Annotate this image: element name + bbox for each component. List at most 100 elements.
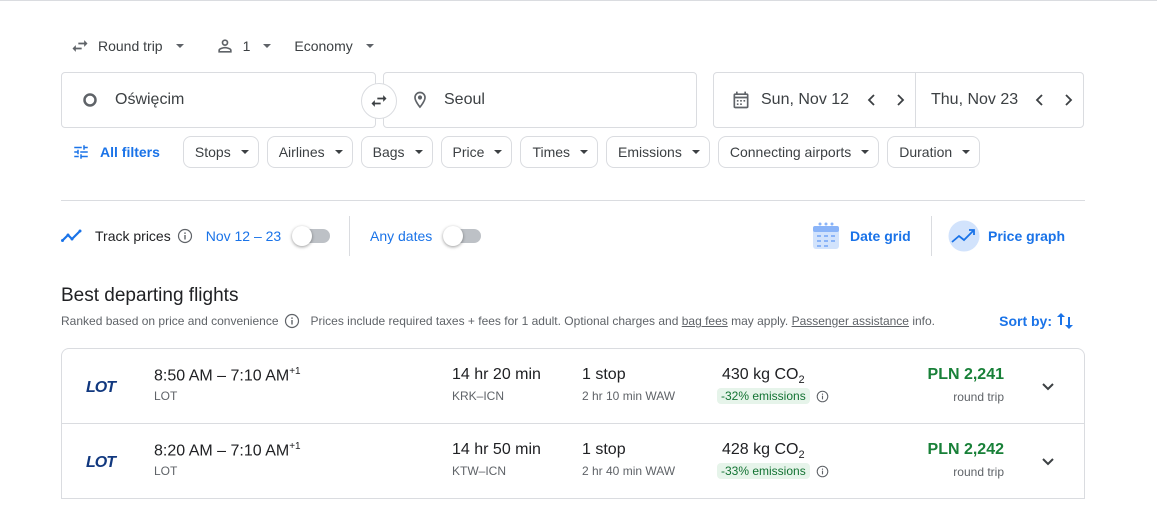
departure-date-value: Sun, Nov 12 — [761, 91, 850, 108]
vertical-divider — [931, 216, 932, 256]
chip-label: Price — [452, 144, 485, 160]
airline-name: LOT — [154, 464, 178, 478]
departure-prev-button[interactable] — [860, 88, 884, 112]
any-dates-group: Any dates — [370, 216, 482, 256]
filter-chip-airlines[interactable]: Airlines — [266, 136, 353, 168]
caret-down-icon — [691, 150, 700, 154]
filter-chip-connecting-airports[interactable]: Connecting airports — [717, 136, 880, 168]
price-graph-button[interactable]: Price graph — [948, 216, 1065, 256]
caret-down-icon — [240, 150, 249, 154]
next-day-indicator: +1 — [289, 366, 301, 377]
sort-by-button[interactable]: Sort by: — [999, 311, 1074, 331]
filter-chip-emissions[interactable]: Emissions — [606, 136, 710, 168]
chip-label: Stops — [194, 144, 231, 160]
origin-field[interactable]: Oświęcim — [61, 72, 376, 128]
track-prices-bar: Track prices Nov 12 – 23 Any dates Date … — [61, 216, 1085, 256]
lot-airline-logo: LOT — [86, 454, 118, 470]
layover-info: 2 hr 10 min WAW — [582, 389, 676, 403]
emissions-badge-group: -33% emissions — [717, 463, 829, 479]
any-dates-toggle[interactable] — [443, 226, 482, 246]
sort-arrows-icon — [1057, 313, 1073, 329]
expand-flight-button[interactable] — [1036, 374, 1060, 398]
flight-route: KTW–ICN — [452, 464, 506, 478]
swap-locations-button[interactable] — [361, 83, 397, 119]
prices-note-end: info. — [908, 314, 935, 328]
departure-next-button[interactable] — [888, 88, 912, 112]
info-icon[interactable] — [816, 390, 829, 403]
caret-down-icon — [175, 44, 184, 48]
any-dates-label: Any dates — [370, 228, 433, 244]
flight-row[interactable]: LOT 8:20 AM – 7:10 AM+1 LOT 14 hr 50 min… — [62, 424, 1084, 499]
emissions-badge-group: -32% emissions — [717, 388, 829, 404]
return-date-field[interactable]: Thu, Nov 23 — [916, 73, 1080, 127]
all-filters-button[interactable]: All filters — [62, 136, 172, 168]
emissions-amount: 430 kg CO — [722, 366, 799, 383]
date-grid-button[interactable]: Date grid — [812, 216, 911, 256]
arrival-time: 7:10 AM — [230, 367, 290, 385]
swap-arrows-icon — [72, 40, 88, 52]
filters-bar: All filters Stops Airlines Bags Price Ti… — [62, 136, 988, 168]
chevron-down-icon — [1042, 383, 1054, 391]
filter-chip-times[interactable]: Times — [520, 136, 599, 168]
filter-chip-stops[interactable]: Stops — [182, 136, 259, 168]
swap-icon — [371, 95, 387, 107]
calendar-icon — [733, 91, 749, 109]
departure-date-field[interactable]: Sun, Nov 12 — [714, 73, 915, 127]
departure-time: 8:50 AM — [154, 367, 213, 385]
prices-note: Prices include required taxes + fees for… — [310, 314, 682, 328]
price-graph-label: Price graph — [988, 228, 1066, 244]
chip-label: Connecting airports — [729, 144, 852, 160]
passenger-assistance-link[interactable]: Passenger assistance — [792, 314, 909, 328]
passengers-select[interactable]: 1 — [207, 32, 281, 60]
cabin-class-select[interactable]: Economy — [286, 32, 382, 60]
ranked-note: Ranked based on price and convenience — [61, 314, 279, 328]
info-icon[interactable] — [284, 313, 300, 329]
track-date-range: Nov 12 – 23 — [205, 228, 282, 244]
return-prev-button[interactable] — [1028, 88, 1052, 112]
info-icon[interactable] — [177, 228, 193, 244]
time-dash: – — [217, 442, 227, 460]
price-graph-icon — [948, 220, 980, 252]
date-grid-icon — [813, 222, 839, 249]
price-type: round trip — [953, 390, 1004, 404]
results-title: Best departing flights — [61, 285, 239, 306]
flight-row[interactable]: LOT 8:50 AM – 7:10 AM+1 LOT 14 hr 20 min… — [62, 349, 1084, 424]
flight-price: PLN 2,242 — [927, 441, 1004, 458]
person-icon — [217, 39, 232, 53]
prices-note-mid: may apply. — [727, 314, 792, 328]
expand-flight-button[interactable] — [1036, 449, 1060, 473]
emissions-amount: 428 kg CO — [722, 441, 799, 458]
cabin-class-label: Economy — [294, 38, 353, 54]
svg-text:LOT: LOT — [86, 379, 117, 395]
trip-type-select[interactable]: Round trip — [62, 32, 193, 60]
chevron-right-icon — [1065, 94, 1073, 106]
filter-chip-duration[interactable]: Duration — [887, 136, 981, 168]
next-day-indicator: +1 — [289, 441, 301, 452]
emissions-subscript: 2 — [798, 449, 805, 462]
chevron-down-icon — [1042, 458, 1054, 466]
location-pin-icon — [414, 91, 426, 109]
time-dash: – — [217, 367, 227, 385]
price-type: round trip — [953, 465, 1004, 479]
caret-down-icon — [334, 150, 343, 154]
track-prices-toggle[interactable] — [292, 226, 331, 246]
sort-by-label: Sort by: — [999, 313, 1052, 329]
caret-down-icon — [414, 150, 423, 154]
chip-label: Airlines — [278, 144, 325, 160]
layover-info: 2 hr 40 min WAW — [582, 464, 676, 478]
flight-stops: 1 stop — [582, 366, 626, 383]
filter-chip-bags[interactable]: Bags — [360, 136, 433, 168]
flight-times: 8:20 AM – 7:10 AM+1 — [154, 441, 301, 460]
destination-field[interactable]: Seoul — [383, 72, 697, 128]
emissions-badge: -33% emissions — [717, 463, 810, 479]
caret-down-icon — [494, 150, 503, 154]
return-next-button[interactable] — [1056, 88, 1080, 112]
tune-icon — [74, 145, 88, 159]
info-icon[interactable] — [816, 465, 829, 478]
top-divider — [0, 0, 1157, 1]
vertical-divider — [349, 216, 350, 256]
all-filters-label: All filters — [100, 144, 160, 160]
chip-label: Emissions — [618, 144, 682, 160]
bag-fees-link[interactable]: bag fees — [682, 314, 728, 328]
filter-chip-price[interactable]: Price — [440, 136, 513, 168]
